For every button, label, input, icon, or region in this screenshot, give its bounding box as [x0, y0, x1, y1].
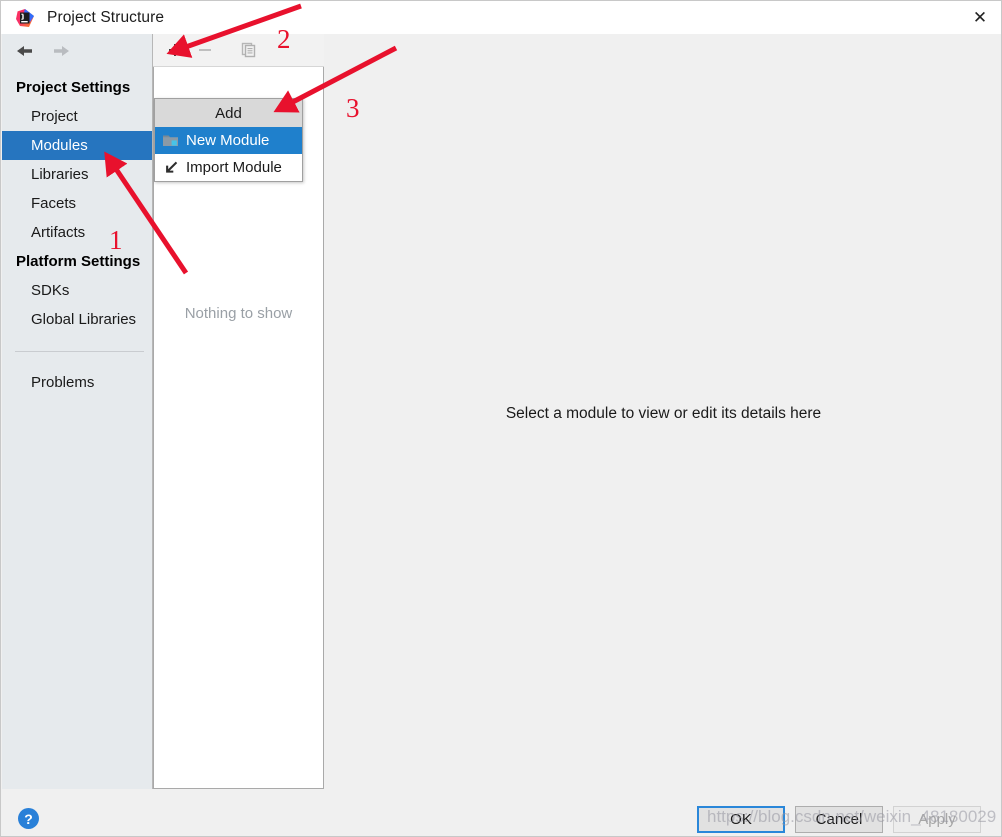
sidebar-divider — [15, 351, 144, 352]
import-module-arrow-icon — [161, 159, 179, 177]
menu-item-new-module-label: New Module — [186, 132, 270, 149]
menu-item-import-module-label: Import Module — [186, 159, 282, 176]
menu-item-new-module[interactable]: New Module — [155, 127, 302, 154]
sidebar-item-artifacts[interactable]: Artifacts — [2, 218, 152, 247]
intellij-idea-icon — [15, 8, 35, 28]
help-icon[interactable]: ? — [18, 808, 39, 829]
copy-icon — [236, 38, 262, 62]
sidebar-item-global-libraries[interactable]: Global Libraries — [2, 305, 152, 334]
minus-icon — [192, 38, 218, 62]
sidebar-header-platform-settings: Platform Settings — [16, 253, 141, 270]
detail-pane-message: Select a module to view or edit its deta… — [505, 405, 822, 422]
add-popup-menu: Add New Module Import Module — [154, 98, 303, 182]
sidebar-item-facets[interactable]: Facets — [2, 189, 152, 218]
sidebar-item-libraries[interactable]: Libraries — [2, 160, 152, 189]
module-list-empty-text: Nothing to show — [184, 305, 293, 322]
window-titlebar: Project Structure ✕ — [1, 1, 1001, 34]
sidebar-navigation — [2, 34, 152, 68]
module-toolbar — [153, 34, 324, 67]
sidebar-item-project[interactable]: Project — [2, 102, 152, 131]
window-title: Project Structure — [47, 8, 165, 26]
sidebar-header-project-settings: Project Settings — [16, 79, 131, 96]
menu-item-import-module[interactable]: Import Module — [155, 154, 302, 181]
sidebar-items: Project Settings Project Modules Librari… — [2, 68, 152, 397]
arrow-left-icon[interactable] — [13, 40, 35, 62]
plus-icon[interactable] — [162, 38, 188, 62]
new-module-folder-icon — [161, 132, 179, 150]
sidebar-item-sdks[interactable]: SDKs — [2, 276, 152, 305]
popup-menu-title: Add — [155, 99, 302, 127]
module-detail-pane: Select a module to view or edit its deta… — [325, 34, 1001, 789]
watermark-text: https://blog.csdn.net/weixin_48180029 — [707, 807, 997, 826]
sidebar-item-modules[interactable]: Modules — [2, 131, 152, 160]
close-icon[interactable]: ✕ — [957, 1, 1001, 34]
project-structure-dialog: Project Structure ✕ Project Settings Pro… — [0, 0, 1002, 837]
dialog-content: Project Settings Project Modules Librari… — [1, 34, 1001, 797]
sidebar-item-problems[interactable]: Problems — [2, 368, 152, 397]
arrow-right-icon — [51, 40, 73, 62]
settings-sidebar: Project Settings Project Modules Librari… — [2, 34, 153, 789]
